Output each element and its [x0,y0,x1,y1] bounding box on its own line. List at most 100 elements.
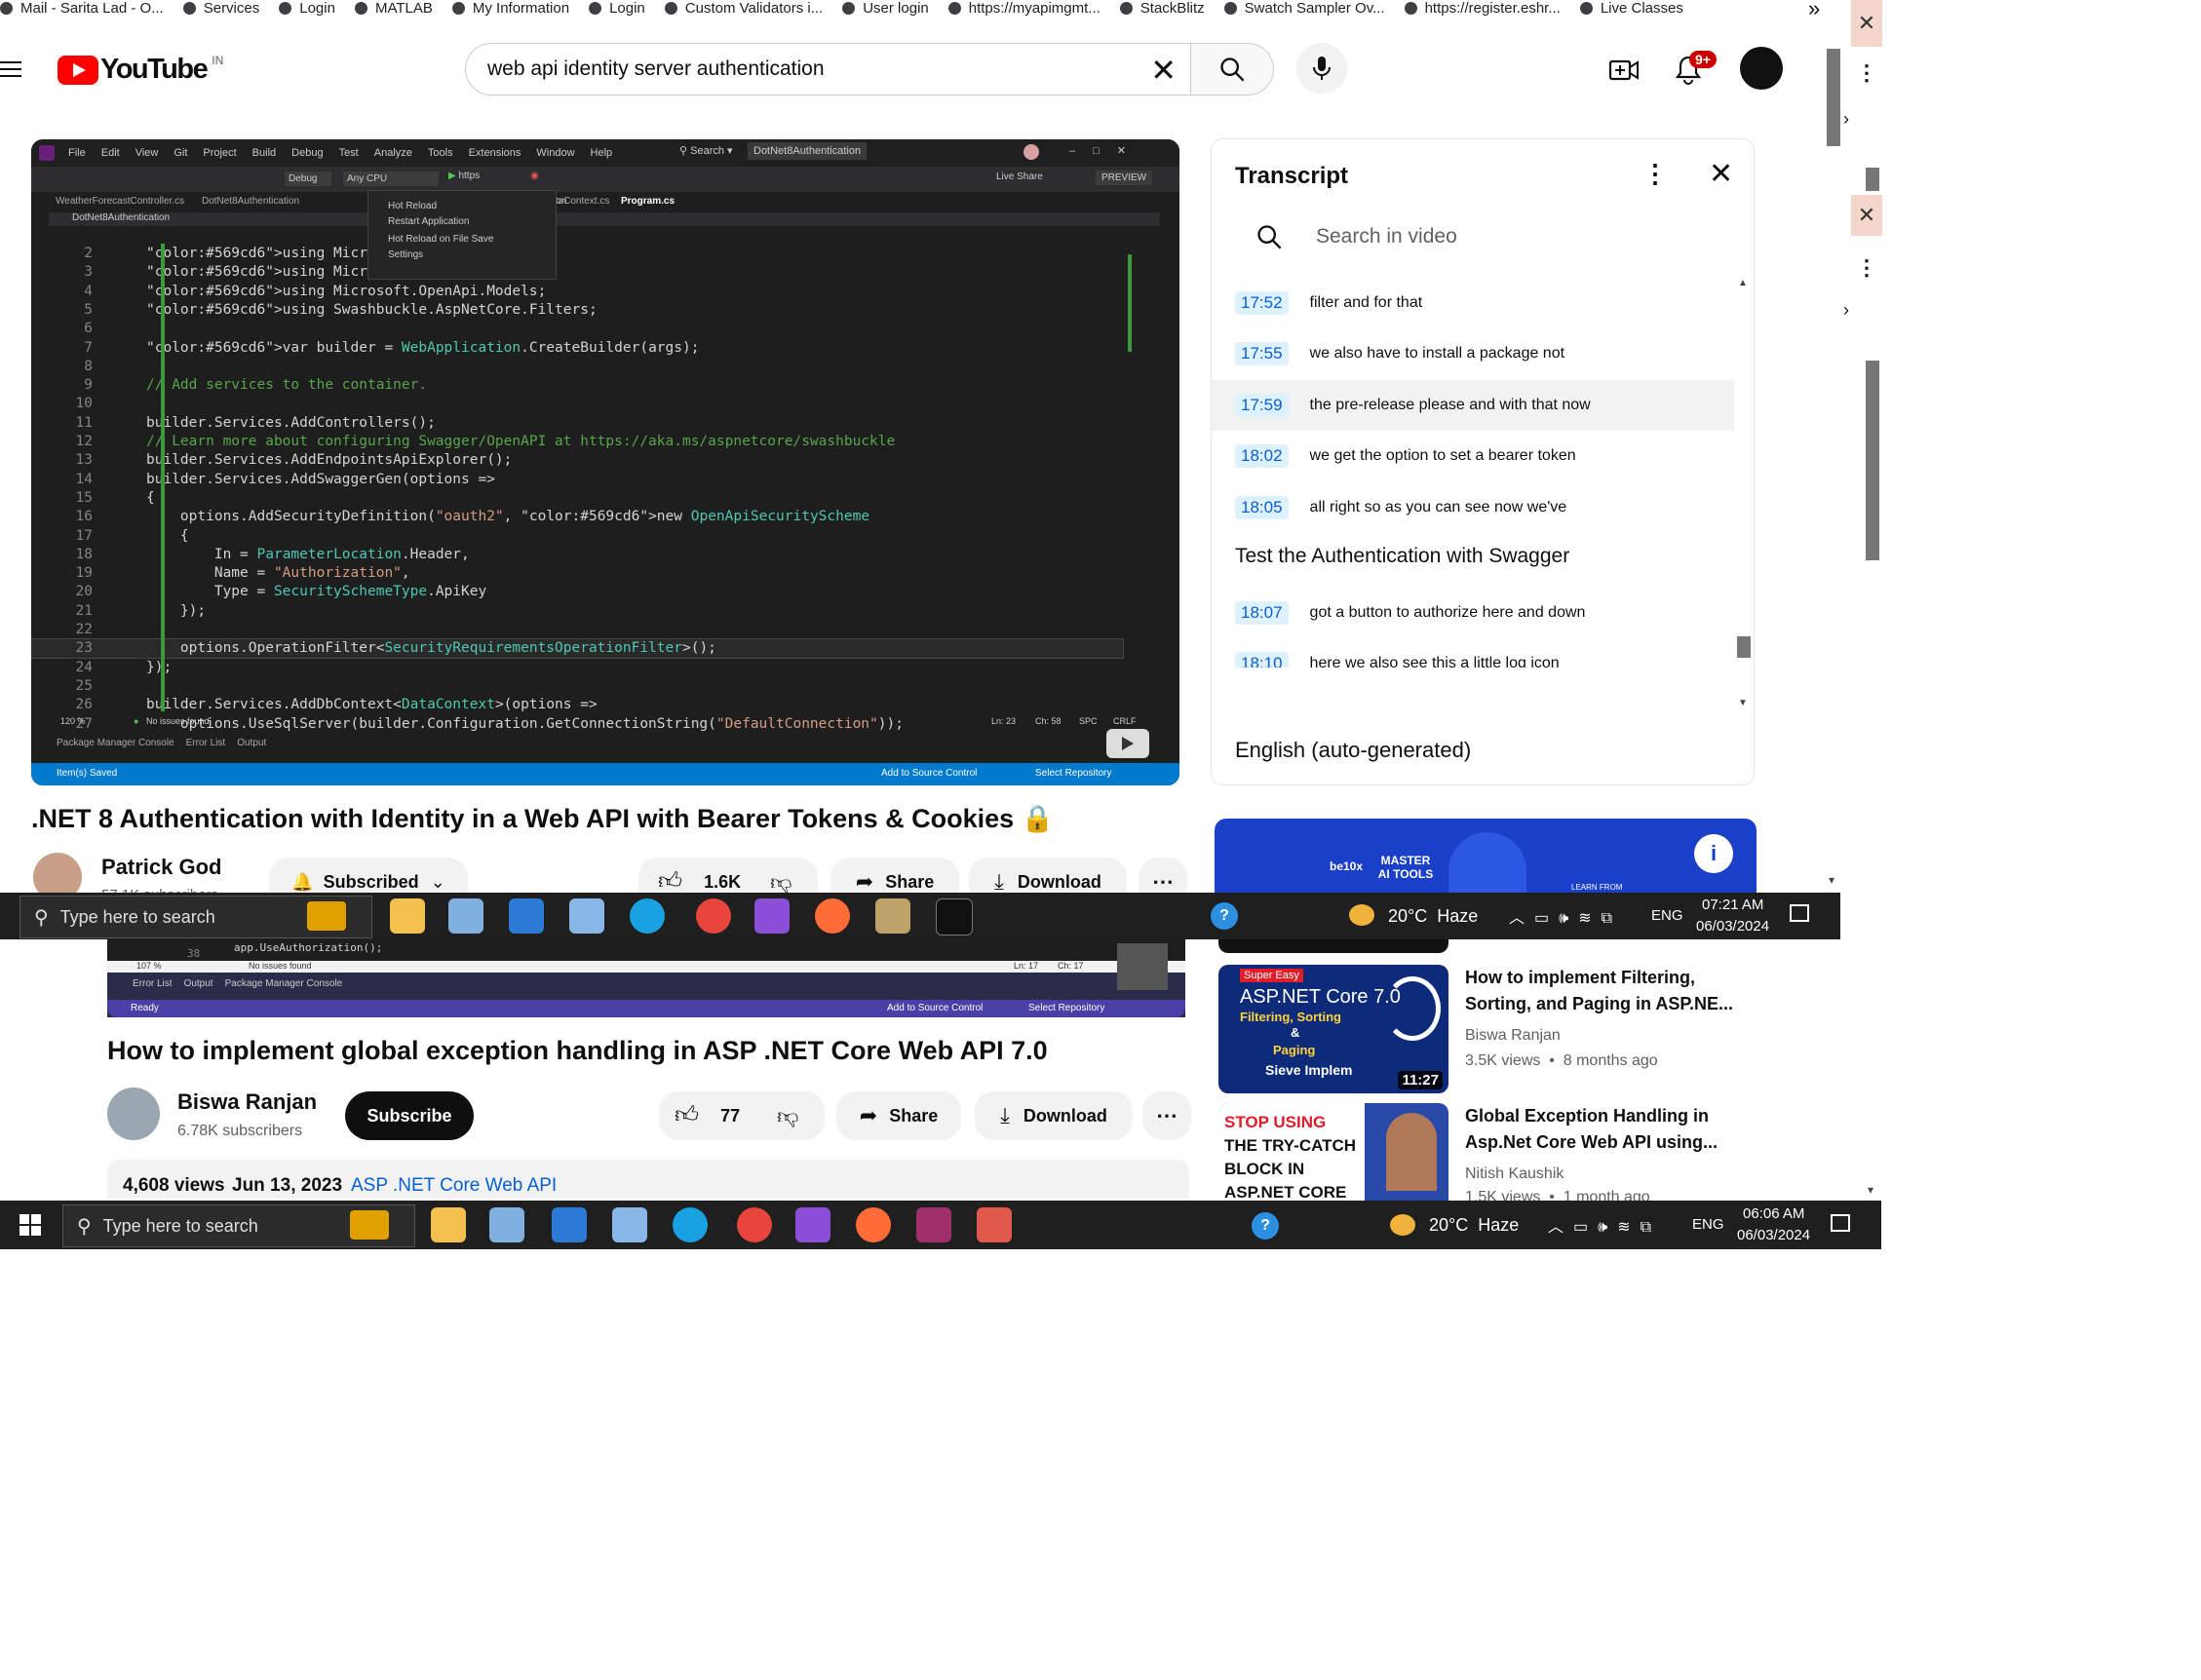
scroll-down-arrow[interactable]: ▾ [1829,873,1834,887]
transcript-language[interactable]: English (auto-generated) [1235,738,1471,763]
youtube-logo[interactable]: YouTube IN [58,54,223,86]
tools-icon[interactable] [875,898,910,934]
language-indicator[interactable]: ENG [1651,907,1683,924]
channel-name[interactable]: Patrick God [101,855,221,880]
clock-date[interactable]: 06/03/2024 [1696,918,1769,935]
timestamp[interactable]: 18:10 [1235,652,1289,668]
scroll-down-arrow[interactable]: ▼ [1738,698,1748,708]
language-indicator[interactable]: ENG [1692,1216,1724,1233]
bookmark[interactable]: MATLAB [354,0,433,17]
mail-icon[interactable] [552,1207,587,1242]
clock-time[interactable]: 06:06 AM [1743,1205,1804,1222]
scrollbar[interactable] [1866,361,1879,560]
dislike-icon[interactable]: 👎︎ [770,869,792,896]
search-button[interactable] [1191,43,1274,95]
close-icon[interactable]: ✕ [1851,195,1882,236]
weather-text[interactable]: 20°C Haze [1429,1215,1519,1236]
start-button[interactable] [0,893,18,939]
timestamp[interactable]: 17:59 [1235,393,1289,417]
taskbar-search[interactable]: ⚲ Type here to search [19,896,372,938]
help-icon[interactable]: ? [1252,1212,1279,1240]
notepad-icon[interactable] [612,1207,647,1242]
suggestion-channel[interactable]: Biswa Ranjan [1465,1027,1561,1045]
like-button[interactable]: 👍︎ 77 👎︎ [659,1091,825,1140]
channel-name[interactable]: Biswa Ranjan [177,1089,317,1115]
timestamp[interactable]: 17:52 [1235,291,1289,315]
menu-icon[interactable] [0,57,21,82]
info-icon[interactable]: i [1694,834,1733,873]
bookmarks-more-button[interactable]: » [1808,0,1820,21]
notification-center-icon[interactable] [1831,1214,1850,1232]
bookmark[interactable]: Custom Validators i... [664,0,823,17]
search-input[interactable]: web api identity server authentication ✕ [465,43,1191,95]
transcript-segment[interactable]: 17:59 the pre-release please and with tha… [1212,379,1734,431]
avatar[interactable] [1740,47,1783,90]
more-vert-icon[interactable]: ⋮ [1856,255,1877,281]
voice-search-button[interactable] [1296,43,1347,94]
bookmark[interactable]: User login [842,0,929,17]
scroll-up-arrow[interactable]: ▲ [1738,278,1748,288]
bookmark[interactable]: Services [182,0,259,17]
bookmark[interactable]: Login [279,0,335,17]
bookmark[interactable]: Swatch Sampler Ov... [1223,0,1385,17]
tray-icons[interactable]: ︿▭🕪≋⧉ [1509,904,1622,928]
download-button[interactable]: ⤓ Download [975,1091,1133,1140]
suggestion-title[interactable]: Global Exception Handling in Asp.Net Cor… [1465,1103,1757,1156]
transcript-segment[interactable]: 17:52 filter and for that [1212,278,1754,328]
windows-start-icon[interactable] [19,1214,41,1236]
create-video-button[interactable] [1604,51,1643,90]
youtube-overlay-icon[interactable] [1106,729,1149,758]
description-box[interactable]: 4,608 views Jun 13, 2023 ASP .NET Core W… [107,1160,1189,1199]
timestamp[interactable]: 18:05 [1235,495,1289,519]
edge-icon[interactable] [673,1207,708,1242]
timestamp[interactable]: 18:02 [1235,444,1289,469]
snipping-tool-icon[interactable] [977,1207,1012,1242]
scrollbar[interactable] [1827,49,1840,146]
transcript-segment[interactable]: 18:10 here we also see this a little log … [1212,638,1754,668]
chevron-right-icon[interactable]: › [1843,300,1849,321]
file-explorer-icon[interactable] [431,1207,466,1242]
close-icon[interactable]: ✕ [1851,0,1882,47]
winrar-icon[interactable] [916,1207,951,1242]
suggestion-thumbnail[interactable]: STOP USING THE TRY-CATCH BLOCK IN ASP.NE… [1218,1103,1448,1201]
file-explorer-icon[interactable] [390,898,425,934]
subscribe-button[interactable]: Subscribe [345,1091,474,1140]
transcript-segment[interactable]: 18:05 all right so as you can see now we'… [1212,482,1754,533]
transcript-scrollbar[interactable] [1737,636,1751,658]
video-player[interactable]: File Edit View Git Project Build Debug Test Anal… [31,139,1179,785]
bookmark[interactable]: Mail - Sarita Lad - O... [0,0,164,17]
postman-icon[interactable] [856,1207,891,1242]
postman-icon[interactable] [815,898,850,934]
edge-icon[interactable] [630,898,665,934]
bookmark[interactable]: https://register.eshr... [1404,0,1561,17]
paint-icon[interactable] [448,898,483,934]
clear-search-icon[interactable]: ✕ [1150,52,1177,89]
timestamp[interactable]: 18:07 [1235,601,1289,625]
dislike-icon[interactable]: 👎︎ [777,1103,798,1129]
terminal-icon[interactable] [936,898,973,935]
ad-banner[interactable]: be10x MASTER AI TOOLS LEARN FROM i [1215,819,1757,893]
transcript-segment[interactable]: 18:02 we get the option to set a bearer t… [1212,431,1754,481]
hashtag-link[interactable]: ASP .NET Core Web API [351,1175,557,1197]
clock-time[interactable]: 07:21 AM [1702,897,1763,913]
scroll-down-arrow[interactable]: ▾ [1868,1183,1873,1197]
mail-icon[interactable] [509,898,544,934]
visual-studio-icon[interactable] [754,898,790,934]
timestamp[interactable]: 17:55 [1235,342,1289,366]
transcript-segment[interactable]: 17:55 we also have to install a package n… [1212,328,1754,379]
close-transcript-button[interactable]: ✕ [1709,157,1733,191]
channel-avatar[interactable] [107,1088,160,1140]
bookmark[interactable]: StackBlitz [1119,0,1205,17]
more-actions-button[interactable]: ⋯ [1142,1091,1191,1140]
suggestion-thumbnail[interactable]: Super Easy ASP.NET Core 7.0 Filtering, S… [1218,965,1448,1093]
bookmark[interactable]: Live Classes [1579,0,1683,17]
more-vert-icon[interactable]: ⋮ [1856,60,1877,86]
help-icon[interactable]: ? [1211,902,1238,930]
paint-icon[interactable] [489,1207,524,1242]
tray-icons[interactable]: ︿▭🕪≋⧉ [1548,1213,1661,1237]
transcript-search-input[interactable]: Search in video [1316,225,1457,248]
suggestion-title[interactable]: How to implement Filtering, Sorting, and… [1465,965,1757,1017]
notepad-icon[interactable] [569,898,604,934]
more-vert-icon[interactable]: ⋮ [1642,159,1668,189]
scrollbar[interactable] [1866,168,1879,191]
